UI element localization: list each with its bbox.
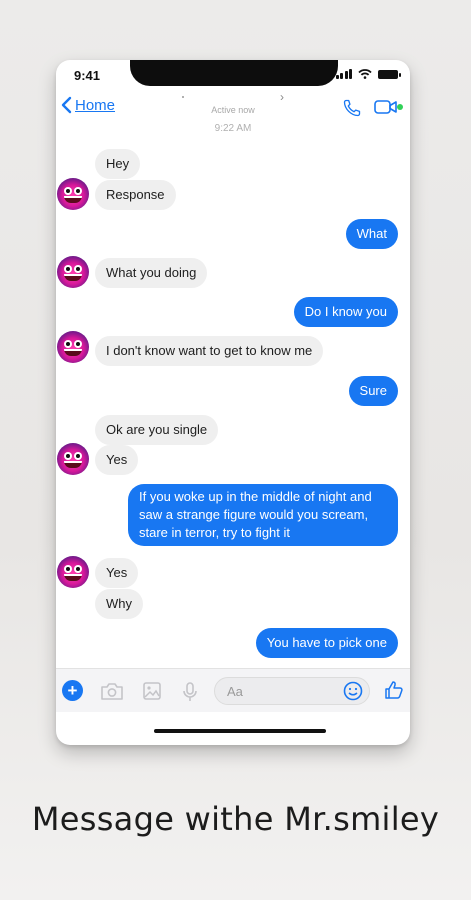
plus-icon[interactable]: + xyxy=(62,680,83,701)
conversation-timestamp: 9:22 AM xyxy=(214,123,252,134)
message-incoming: Ok are you single xyxy=(95,415,219,445)
phone-frame: 9:41 Home › Active now 9:22 AM Hey Respo… xyxy=(56,60,410,745)
battery-icon xyxy=(378,69,401,79)
avatar[interactable] xyxy=(57,443,89,475)
avatar[interactable] xyxy=(57,178,89,210)
message-incoming: I don't know want to get to know me xyxy=(95,336,324,366)
image-icon[interactable] xyxy=(142,681,162,701)
message-outgoing: Sure xyxy=(348,376,398,406)
camera-icon[interactable] xyxy=(100,681,124,701)
message-outgoing: If you woke up in the middle of night an… xyxy=(128,484,398,546)
message-outgoing: You have to pick one xyxy=(255,628,398,658)
call-icon[interactable] xyxy=(342,98,362,118)
status-icons xyxy=(335,69,401,79)
like-icon[interactable] xyxy=(384,680,404,700)
caption: Message withe Mr.smiley xyxy=(31,800,440,838)
online-indicator xyxy=(397,104,403,110)
message-incoming: Why xyxy=(95,589,143,619)
message-incoming: Response xyxy=(95,180,176,210)
notch xyxy=(130,60,338,86)
avatar[interactable] xyxy=(57,556,89,588)
microphone-icon[interactable] xyxy=(182,681,198,703)
message-incoming: Hey xyxy=(95,149,141,179)
avatar[interactable] xyxy=(57,256,89,288)
home-indicator[interactable] xyxy=(154,729,326,733)
signal-icon xyxy=(335,69,352,79)
message-outgoing: What xyxy=(345,219,398,249)
status-time: 9:41 xyxy=(74,68,101,83)
avatar[interactable] xyxy=(57,331,89,363)
message-incoming: Yes xyxy=(95,445,139,475)
chat-header: Home › Active now 9:22 AM xyxy=(56,90,410,134)
chevron-right-icon[interactable]: › xyxy=(280,90,284,104)
wifi-icon xyxy=(358,69,372,79)
header-dot xyxy=(182,96,184,98)
message-incoming: Yes xyxy=(95,558,139,588)
message-composer: + xyxy=(56,668,410,712)
message-incoming: What you doing xyxy=(95,258,208,288)
emoji-icon[interactable] xyxy=(343,681,363,701)
video-call-icon[interactable] xyxy=(374,99,398,115)
message-outgoing: Do I know you xyxy=(293,297,398,327)
